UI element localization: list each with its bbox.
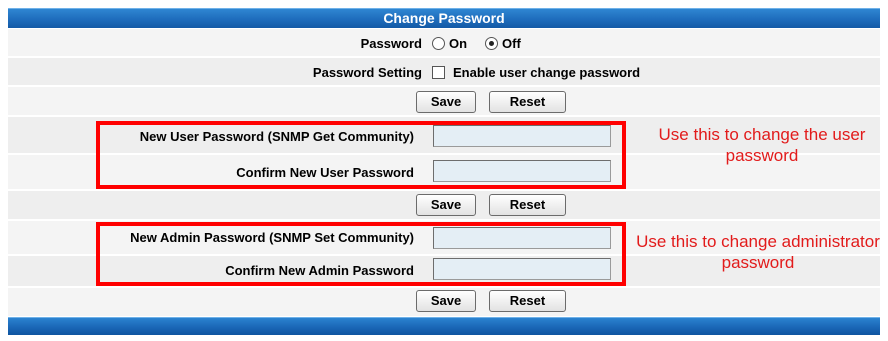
reset-button[interactable]: Reset	[489, 290, 566, 312]
button-row-1: Save Reset	[8, 87, 880, 116]
footer-bar	[8, 317, 880, 335]
password-setting-row: Password Setting Enable user change pass…	[8, 58, 880, 86]
admin-password-highlight-box	[96, 222, 626, 286]
password-on-label[interactable]: On	[449, 36, 467, 51]
reset-button[interactable]: Reset	[489, 194, 566, 216]
reset-button[interactable]: Reset	[489, 91, 566, 113]
admin-password-note: Use this to change administrator passwor…	[636, 232, 880, 272]
page-title: Change Password	[8, 8, 880, 28]
password-label: Password	[360, 36, 422, 51]
password-on-radio[interactable]	[432, 37, 445, 50]
password-setting-label: Password Setting	[312, 65, 422, 80]
button-row-3: Save Reset	[8, 288, 880, 317]
save-button[interactable]: Save	[416, 290, 476, 312]
user-password-highlight-box	[96, 121, 626, 189]
save-button[interactable]: Save	[416, 194, 476, 216]
save-button[interactable]: Save	[416, 91, 476, 113]
password-off-label[interactable]: Off	[502, 36, 521, 51]
password-row: Password On Off	[8, 29, 880, 57]
enable-user-change-label[interactable]: Enable user change password	[453, 65, 640, 80]
user-password-note: Use this to change the user password	[658, 125, 866, 165]
button-row-2: Save Reset	[8, 191, 880, 220]
password-off-radio[interactable]	[485, 37, 498, 50]
enable-user-change-checkbox[interactable]	[432, 66, 445, 79]
